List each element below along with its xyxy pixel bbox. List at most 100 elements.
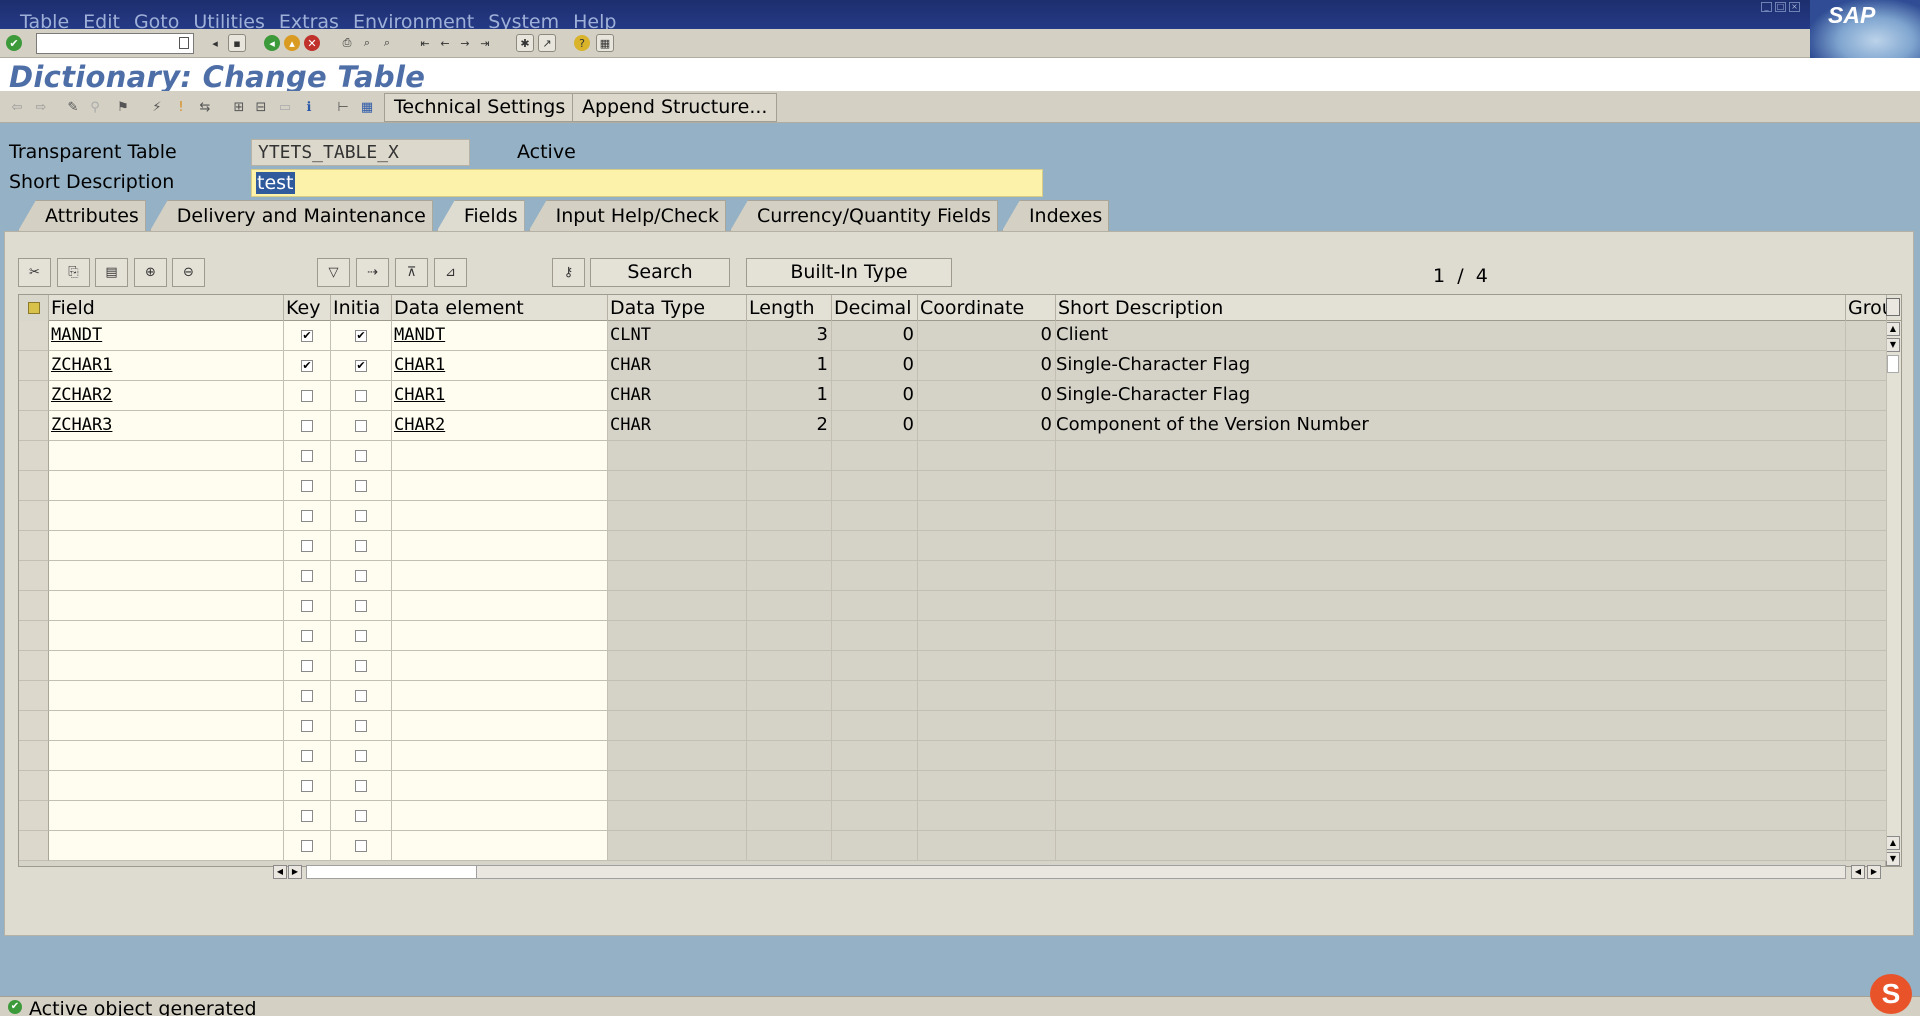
initial-checkbox[interactable] [355,450,367,462]
row-selector[interactable] [19,561,49,591]
data-element-cell[interactable] [392,441,608,471]
field-cell[interactable] [49,831,284,861]
key-checkbox[interactable] [301,630,313,642]
print-icon[interactable]: ⎙ [338,34,356,52]
initial-checkbox[interactable] [355,660,367,672]
data-element-cell[interactable] [392,531,608,561]
navigation-window-icon[interactable]: ⊟ [252,97,270,117]
horizontal-scrollbar[interactable]: ◀ ▶ ◀ ▶ [273,864,1885,880]
data-element-cell[interactable] [392,621,608,651]
hscroll-thumb[interactable] [307,866,477,878]
row-selector[interactable] [19,771,49,801]
next-page-icon[interactable]: → [456,34,474,52]
scroll-right-icon[interactable]: ▶ [288,865,302,879]
initial-checkbox[interactable] [355,840,367,852]
find-icon[interactable]: ⌕ [358,34,376,52]
column-header-short-description[interactable]: Short Description [1056,295,1846,321]
field-cell[interactable] [49,801,284,831]
tab-input-help-check[interactable]: Input Help/Check [528,200,727,231]
built-in-type-button[interactable]: Built-In Type [746,258,952,287]
column-header-key[interactable]: Key [284,295,331,321]
initial-checkbox[interactable] [355,570,367,582]
check-icon[interactable]: ⚑ [114,97,132,117]
data-element-cell[interactable] [392,561,608,591]
select-all-icon[interactable] [19,295,49,321]
row-selector[interactable] [19,801,49,831]
first-page-icon[interactable]: ⇤ [416,34,434,52]
column-header-length[interactable]: Length [747,295,832,321]
cancel-icon[interactable]: ✕ [304,35,320,51]
scroll-down-arrow-icon[interactable]: ▼ [1886,338,1900,352]
field-cell[interactable] [49,561,284,591]
key-checkbox[interactable]: ✔ [301,330,313,342]
field-cell[interactable]: ZCHAR1 [49,351,284,381]
short-description-input[interactable]: test [251,169,1043,197]
initial-checkbox[interactable]: ✔ [355,360,367,372]
column-header-data-element[interactable]: Data element [392,295,608,321]
data-element-cell[interactable] [392,591,608,621]
scroll-thumb[interactable] [1887,355,1899,373]
other-object-icon[interactable]: ⚲ [86,97,104,117]
back-icon[interactable]: ◂ [264,35,280,51]
field-cell[interactable] [49,621,284,651]
data-element-cell[interactable]: CHAR1 [392,351,608,381]
technical-settings-button[interactable]: Technical Settings [384,93,576,122]
key-checkbox[interactable] [301,510,313,522]
column-header-coordinate[interactable]: Coordinate [918,295,1056,321]
initial-checkbox[interactable] [355,420,367,432]
hierarchy-icon[interactable]: ⊢ [334,97,352,117]
hscroll-track[interactable] [306,865,1846,879]
paste-icon[interactable]: ▤ [95,258,128,287]
cut-icon[interactable]: ✂ [18,258,51,287]
close-icon[interactable]: × [1789,2,1800,12]
data-element-cell[interactable] [392,771,608,801]
key-checkbox[interactable]: ✔ [301,360,313,372]
field-cell[interactable]: ZCHAR3 [49,411,284,441]
key-checkbox[interactable] [301,720,313,732]
column-header-decimal[interactable]: Decimal [832,295,918,321]
shortcut-icon[interactable]: ↗ [538,34,556,52]
table-contents-icon[interactable]: ▦ [358,97,376,117]
page-up-arrow-icon[interactable]: ▲ [1886,836,1900,850]
scroll-up-arrow-icon[interactable]: ▲ [1886,322,1900,336]
search-button[interactable]: Search [590,258,730,287]
tab-indexes[interactable]: Indexes [1001,200,1110,231]
tab-currency-quantity-fields[interactable]: Currency/Quantity Fields [730,200,998,231]
field-cell[interactable] [49,441,284,471]
maximize-icon[interactable]: □ [1775,2,1786,12]
vertical-scrollbar[interactable]: ▲ ▼ ▲ ▼ [1885,321,1901,866]
row-selector[interactable] [19,381,49,411]
row-selector[interactable] [19,741,49,771]
scroll-left-end-icon[interactable]: ◀ [1851,865,1865,879]
field-cell[interactable]: MANDT [49,321,284,351]
tab-delivery-and-maintenance[interactable]: Delivery and Maintenance [149,200,433,231]
page-down-arrow-icon[interactable]: ▼ [1886,852,1900,866]
row-selector[interactable] [19,651,49,681]
key-checkbox[interactable] [301,480,313,492]
display-change-icon[interactable]: ✎ [64,97,82,117]
initial-checkbox[interactable] [355,480,367,492]
field-cell[interactable] [49,591,284,621]
column-header-initia[interactable]: Initia [331,295,392,321]
data-element-cell[interactable] [392,741,608,771]
display-object-icon[interactable]: ▭ [276,97,294,117]
initial-checkbox[interactable] [355,720,367,732]
info-icon[interactable]: ℹ [300,97,318,117]
key-checkbox[interactable] [301,390,313,402]
new-session-icon[interactable]: ✱ [516,34,534,52]
initial-checkbox[interactable] [355,540,367,552]
initial-checkbox[interactable] [355,510,367,522]
column-header-data-type[interactable]: Data Type [608,295,747,321]
input-method-icon[interactable]: S [1870,974,1912,1014]
help-icon[interactable]: ? [574,35,590,51]
field-cell[interactable] [49,741,284,771]
data-element-cell[interactable]: CHAR2 [392,411,608,441]
field-cell[interactable] [49,681,284,711]
field-cell[interactable] [49,471,284,501]
initial-checkbox[interactable] [355,690,367,702]
command-field[interactable] [36,33,194,54]
column-header-group[interactable]: Group [1846,295,1887,321]
scroll-top-icon[interactable]: ⊼ [395,258,428,287]
insert-row-icon[interactable]: ⊕ [134,258,167,287]
initial-checkbox[interactable] [355,750,367,762]
